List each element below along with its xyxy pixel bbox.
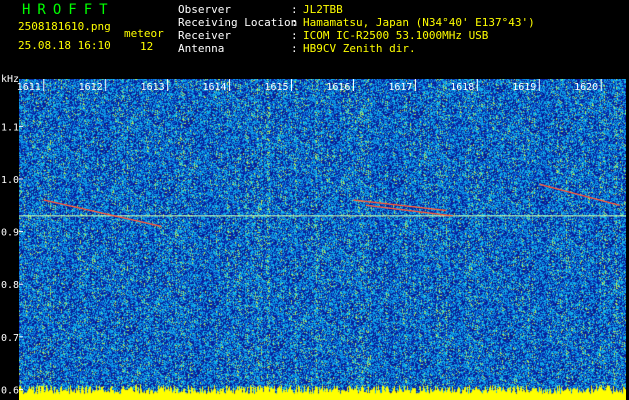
meteor-trace-0 (43, 199, 162, 228)
y-tick-label-3: 0.8 (1, 280, 19, 291)
y-tick-label-5: 0.6 (1, 385, 19, 396)
x-tick-label-8: 1619 (512, 82, 536, 93)
x-tick-label-6: 1617 (388, 82, 412, 93)
x-tick-label-1: 1612 (79, 82, 103, 93)
y-tick-label-0: 1.1 (1, 122, 19, 133)
y-tick-label-1: 1.0 (1, 175, 19, 186)
x-tick-label-4: 1615 (264, 82, 288, 93)
x-tick-label-0: 1611 (17, 82, 41, 93)
x-tick-label-7: 1618 (450, 82, 474, 93)
x-tick-label-3: 1614 (202, 82, 226, 93)
x-tick-label-9: 1620 (574, 82, 598, 93)
spectrogram-axes: 1.1 1.0 0.9 0.8 0.7 0.6 1611 1612 1613 1614 1615 16… (1, 79, 626, 396)
x-tick-label-2: 1613 (141, 82, 165, 93)
y-tick-label-2: 0.9 (1, 228, 19, 239)
y-tick-label-4: 0.7 (1, 333, 19, 344)
meteor-trace-3 (539, 183, 620, 207)
x-tick-label-5: 1616 (326, 82, 350, 93)
